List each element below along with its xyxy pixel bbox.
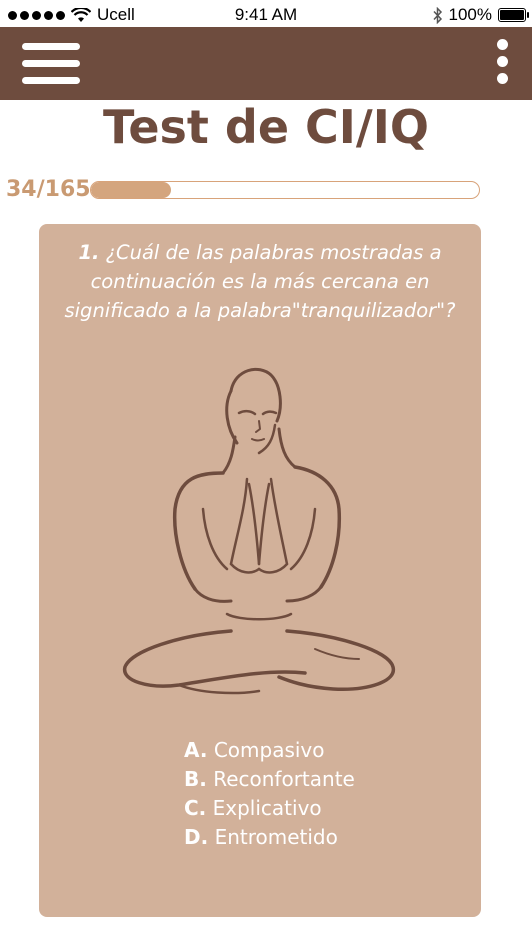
- page-title: Test de CI/IQ: [103, 100, 429, 154]
- bluetooth-icon: [432, 6, 442, 24]
- question-number: 1.: [78, 241, 100, 264]
- answer-options: A. Compasivo B. Reconfortante C. Explica…: [184, 736, 355, 852]
- question-body: ¿Cuál de las palabras mostradas a contin…: [64, 241, 456, 322]
- status-right: 100%: [432, 5, 529, 25]
- progress-label: 34/165: [6, 177, 91, 202]
- progress-bar: [90, 181, 480, 199]
- battery-percent: 100%: [448, 5, 492, 24]
- more-vertical-icon[interactable]: [492, 39, 512, 89]
- option-d[interactable]: D. Entrometido: [184, 823, 355, 852]
- hamburger-menu-icon[interactable]: [22, 43, 80, 85]
- option-c[interactable]: C. Explicativo: [184, 794, 355, 823]
- app-bar: [0, 27, 532, 100]
- status-bar: Ucell 9:41 AM 100%: [0, 0, 532, 30]
- battery-icon: [498, 8, 529, 22]
- option-a[interactable]: A. Compasivo: [184, 736, 355, 765]
- question-card: 1. ¿Cuál de las palabras mostradas a con…: [39, 224, 481, 917]
- option-b[interactable]: B. Reconfortante: [184, 765, 355, 794]
- progress-fill: [91, 182, 171, 198]
- question-text: 1. ¿Cuál de las palabras mostradas a con…: [49, 238, 471, 325]
- meditation-illustration: [123, 367, 395, 695]
